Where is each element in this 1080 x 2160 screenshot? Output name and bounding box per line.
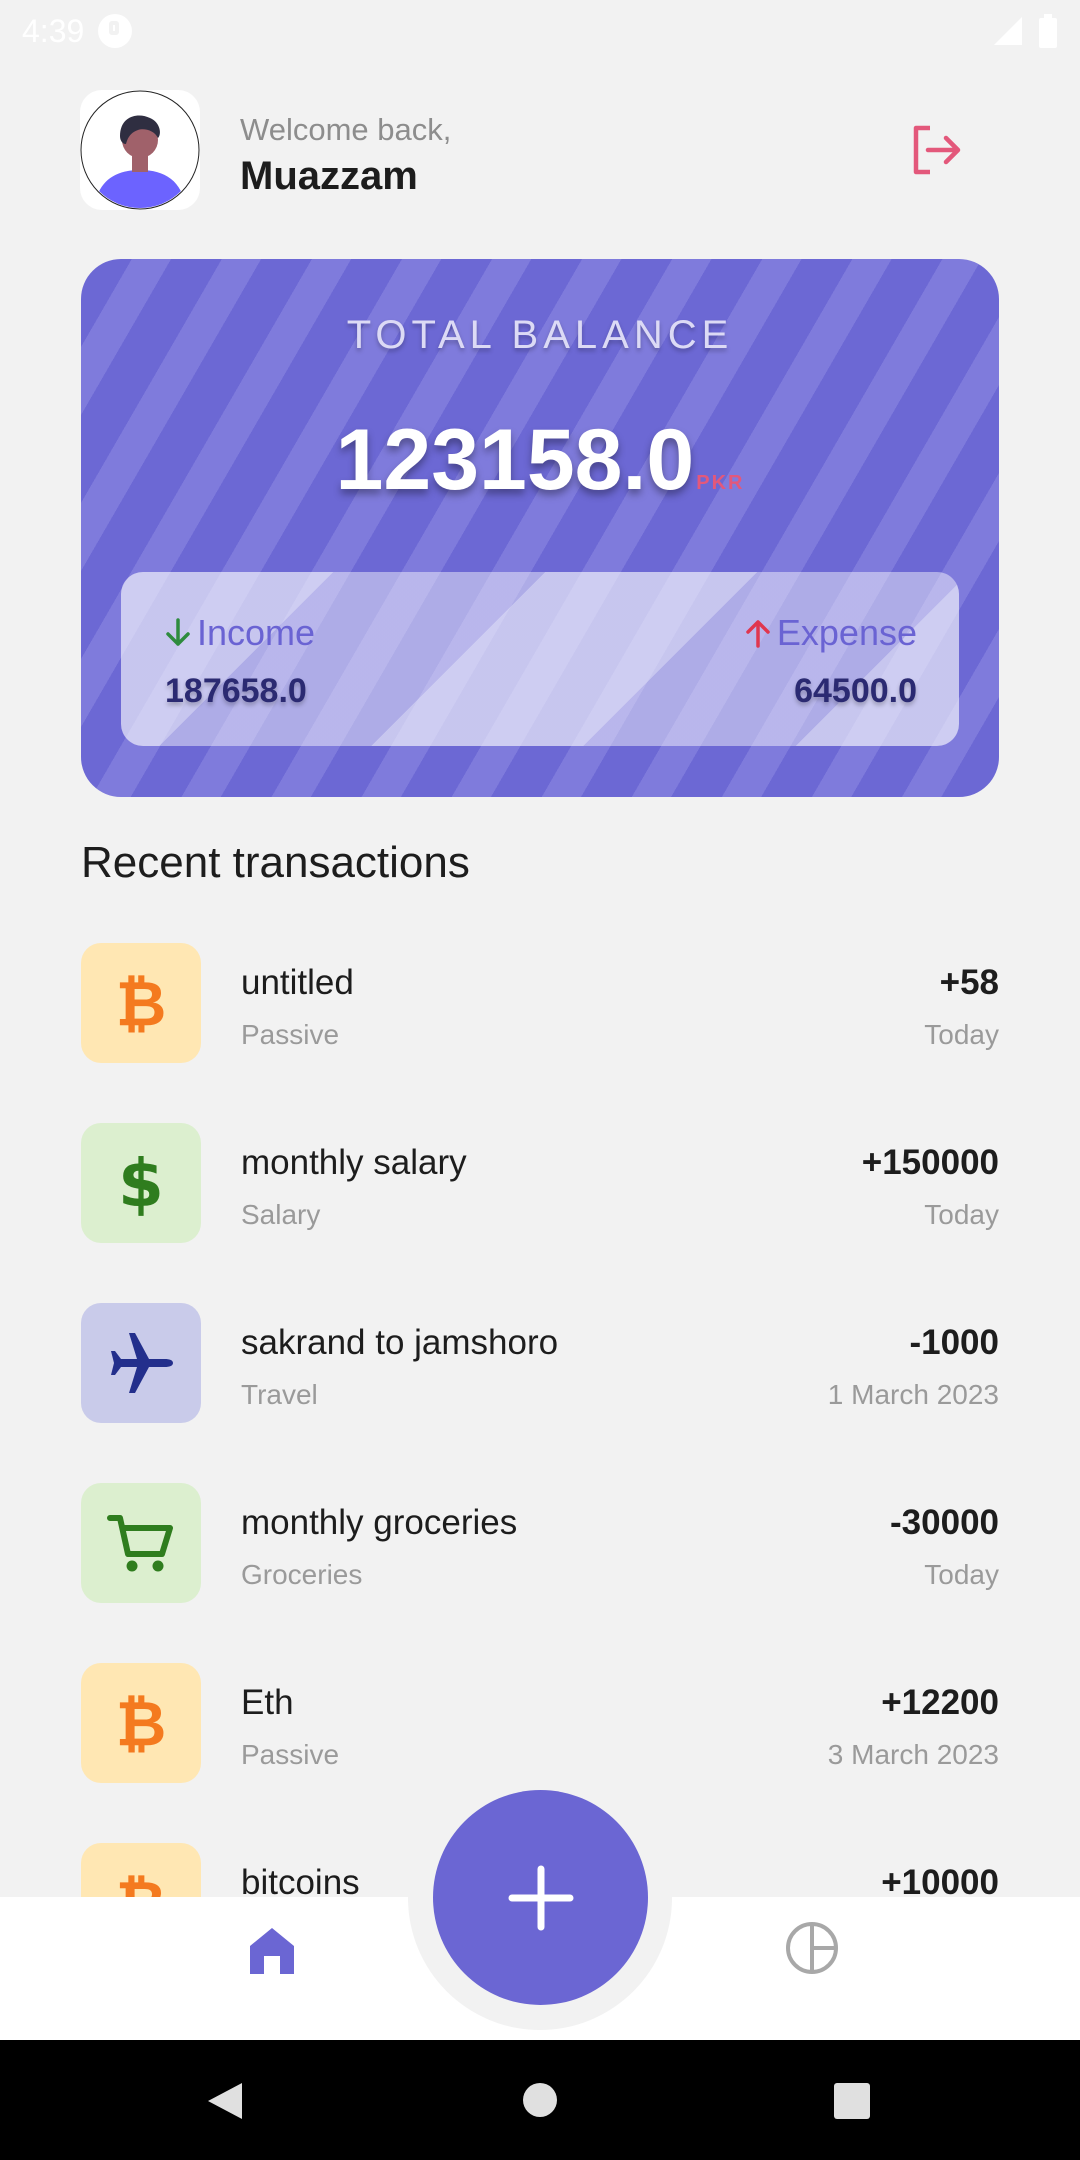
income-value: 187658.0 (165, 672, 307, 710)
avatar[interactable] (80, 90, 200, 210)
home-icon[interactable] (246, 1924, 298, 1976)
balance-amount-row: 123158.0 PKR (81, 411, 999, 510)
signal-icon (994, 17, 1022, 45)
transaction-category: Passive (241, 1019, 340, 1050)
recents-icon[interactable] (834, 2083, 870, 2119)
cart-icon (81, 1483, 201, 1603)
income-expense-panel: Income Expense 187658.0 64500.0 (121, 572, 959, 746)
transaction-category: Travel (241, 1379, 318, 1410)
welcome-text: Welcome back, (240, 112, 452, 147)
svg-text:₿: ₿ (116, 1691, 167, 1755)
transaction-date: 1 March 2023 (827, 1379, 999, 1410)
balance-card: TOTAL BALANCE 123158.0 PKR Income Expense… (81, 259, 999, 797)
balance-amount: 123158.0 (335, 412, 695, 508)
transaction-amount: +58 (939, 963, 999, 1002)
bitcoin-icon: ₿ (81, 943, 201, 1063)
transaction-date: Today (924, 1199, 999, 1230)
transaction-title: sakrand to jamshoro (241, 1323, 559, 1362)
transaction-date: 3 March 2023 (827, 1739, 999, 1770)
arrow-up-icon (746, 620, 770, 648)
recent-transactions-title: Recent transactions (81, 838, 470, 887)
user-avatar-illustration (80, 90, 200, 210)
system-navigation-bar (0, 2040, 1080, 2160)
expense-value: 64500.0 (794, 672, 917, 710)
transaction-amount: +150000 (861, 1143, 999, 1182)
transaction-category: Groceries (241, 1559, 363, 1590)
plus-icon (508, 1865, 573, 1930)
status-bar: 4:39 (0, 0, 1080, 62)
transaction-item[interactable]: monthly groceries Groceries -30000 Today (81, 1483, 999, 1603)
transaction-amount: -30000 (890, 1503, 999, 1542)
income-label-row: Income (165, 612, 315, 654)
transaction-item[interactable]: ₿ untitled Passive +58 Today (81, 943, 999, 1063)
add-transaction-button[interactable] (433, 1790, 648, 2005)
transaction-title: monthly salary (241, 1143, 467, 1182)
app-notification-icon (98, 14, 133, 48)
username: Muazzam (240, 154, 418, 198)
transaction-category: Passive (241, 1739, 340, 1770)
transaction-item[interactable]: $ monthly salary Salary +150000 Today (81, 1123, 999, 1243)
arrow-down-icon (166, 618, 190, 646)
logout-icon[interactable] (908, 122, 964, 178)
transaction-category: Salary (241, 1199, 321, 1230)
dollar-icon: $ (81, 1123, 201, 1243)
income-label: Income (197, 612, 316, 653)
transaction-date: Today (924, 1019, 999, 1050)
bitcoin-icon: ₿ (81, 1663, 201, 1783)
transaction-item[interactable]: sakrand to jamshoro Travel -1000 1 March… (81, 1303, 999, 1423)
battery-icon (1039, 14, 1057, 48)
transaction-amount: -1000 (909, 1323, 999, 1362)
expense-label-row: Expense (745, 612, 917, 654)
home-circle-icon[interactable] (522, 2082, 558, 2118)
svg-text:$: $ (118, 1148, 164, 1218)
transaction-title: untitled (241, 963, 354, 1002)
currency-label: PKR (696, 472, 745, 494)
transaction-title: Eth (241, 1683, 294, 1722)
transaction-amount: +12200 (881, 1683, 999, 1722)
pie-chart-icon[interactable] (784, 1920, 840, 1976)
transaction-item[interactable]: ₿ Eth Passive +12200 3 March 2023 (81, 1663, 999, 1783)
back-icon[interactable] (206, 2081, 244, 2121)
balance-title: TOTAL BALANCE (346, 313, 734, 357)
status-time: 4:39 (22, 12, 85, 49)
transaction-title: monthly groceries (241, 1503, 518, 1542)
expense-label: Expense (776, 612, 917, 653)
svg-text:₿: ₿ (116, 971, 167, 1035)
transaction-date: Today (924, 1559, 999, 1590)
airplane-icon (81, 1303, 201, 1423)
